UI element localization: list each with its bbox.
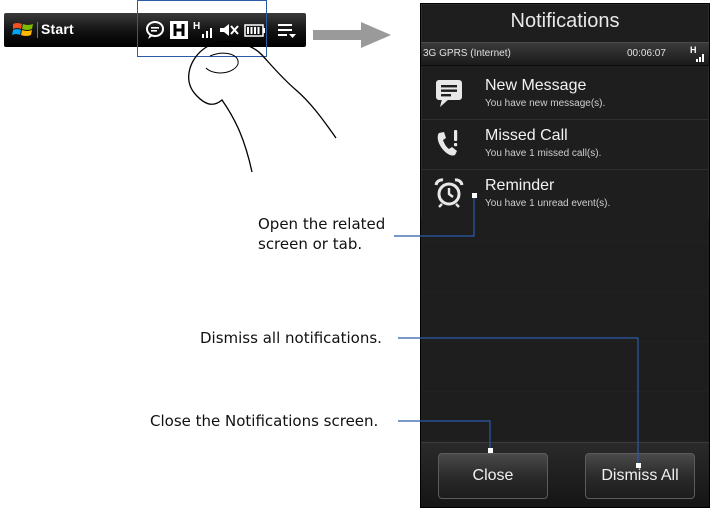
callout-close-screen: Close the Notifications screen. bbox=[150, 412, 379, 430]
callout-open-related-line1: Open the related bbox=[258, 215, 386, 233]
screen-title: Notifications bbox=[510, 10, 620, 32]
notification-new-message[interactable]: New Message You have new message(s). bbox=[421, 69, 709, 120]
notification-subtitle: You have new message(s). bbox=[485, 98, 606, 109]
connection-status: 3G GPRS (Internet) bbox=[423, 48, 511, 59]
notification-subtitle: You have 1 unread event(s). bbox=[485, 198, 611, 209]
dismiss-all-button[interactable]: Dismiss All bbox=[585, 453, 695, 499]
connection-timer: 00:06:07 bbox=[627, 48, 666, 59]
callout-open-related-line2: screen or tab. bbox=[258, 235, 363, 253]
windows-logo-icon[interactable] bbox=[12, 21, 34, 39]
menu-icon[interactable] bbox=[276, 19, 298, 41]
alarm-clock-icon bbox=[434, 178, 464, 208]
callout-open-related: Open the related screen or tab. bbox=[258, 214, 385, 254]
callout-dismiss-all: Dismiss all notifications. bbox=[200, 329, 382, 347]
notification-reminder[interactable]: Reminder You have 1 unread event(s). bbox=[421, 169, 709, 220]
notification-title: Missed Call bbox=[485, 127, 568, 144]
tray-highlight-box bbox=[137, 0, 267, 57]
missed-call-icon bbox=[437, 130, 458, 156]
notification-title: New Message bbox=[485, 77, 587, 94]
start-button[interactable]: Start bbox=[41, 21, 74, 37]
svg-text:H: H bbox=[690, 45, 697, 55]
close-button[interactable]: Close bbox=[438, 453, 548, 499]
status-bar: 3G GPRS (Internet) 00:06:07 H bbox=[421, 42, 709, 66]
notification-title: Reminder bbox=[485, 177, 555, 194]
taskbar-divider bbox=[37, 22, 38, 38]
notification-missed-call[interactable]: Missed Call You have 1 missed call(s). bbox=[421, 119, 709, 170]
message-icon bbox=[436, 80, 462, 107]
notification-list-empty-area bbox=[421, 219, 709, 442]
signal-strength-icon: H bbox=[690, 45, 704, 62]
notifications-screen: Notifications 3G GPRS (Internet) 00:06:0… bbox=[420, 3, 710, 508]
right-arrow-icon bbox=[313, 22, 391, 48]
bottom-button-bar: Close Dismiss All bbox=[421, 442, 709, 507]
notification-subtitle: You have 1 missed call(s). bbox=[485, 148, 602, 159]
